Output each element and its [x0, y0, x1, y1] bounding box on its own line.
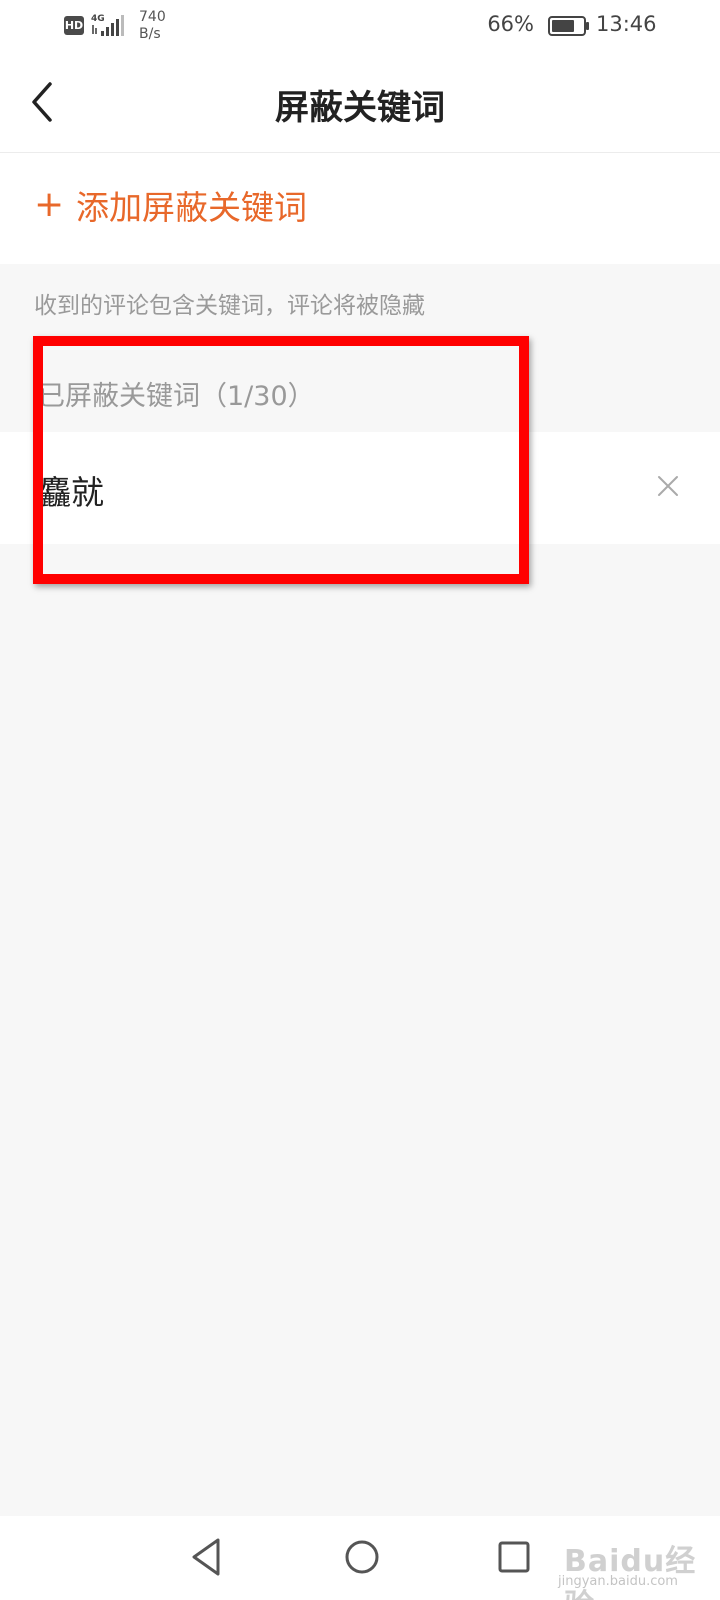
square-recents-icon[interactable] [497, 1540, 531, 1574]
speed-value: 740 [139, 9, 166, 25]
plus-icon: + [34, 184, 65, 225]
hd-badge: HD [64, 16, 84, 35]
watermark-sub: jingyan.baidu.com [558, 1574, 678, 1589]
baidu-watermark: Baidu经验 jingyan.baidu.com [556, 1530, 706, 1600]
speed-unit: B/s [139, 26, 161, 42]
triangle-back-icon[interactable] [188, 1536, 224, 1578]
hint-text: 收到的评论包含关键词，评论将被隐藏 [34, 293, 425, 319]
status-bar: HD 4G 740 B/s 66% 13:46 [0, 0, 720, 52]
watermark-text: Baidu经验 [564, 1544, 697, 1600]
close-icon[interactable] [656, 474, 680, 498]
add-keyword-button[interactable]: + 添加屏蔽关键词 [0, 153, 720, 264]
add-keyword-label: 添加屏蔽关键词 [76, 188, 307, 227]
system-nav-bar: Baidu经验 jingyan.baidu.com [0, 1516, 720, 1600]
page-title: 屏蔽关键词 [275, 88, 445, 128]
network-speed: 740 B/s [139, 9, 166, 43]
app-header: 屏蔽关键词 [0, 52, 720, 153]
screen: HD 4G 740 B/s 66% 13:46 屏蔽关键词 + 添加屏蔽关键词 … [0, 0, 720, 1600]
circle-home-icon[interactable] [343, 1538, 381, 1576]
network-type-label: 4G [91, 14, 105, 24]
battery-icon [548, 16, 589, 36]
signal-icon: 4G [91, 14, 124, 36]
battery-percent: 66% [487, 12, 534, 36]
highlight-annotation-box [33, 336, 529, 584]
clock: 13:46 [596, 12, 657, 36]
